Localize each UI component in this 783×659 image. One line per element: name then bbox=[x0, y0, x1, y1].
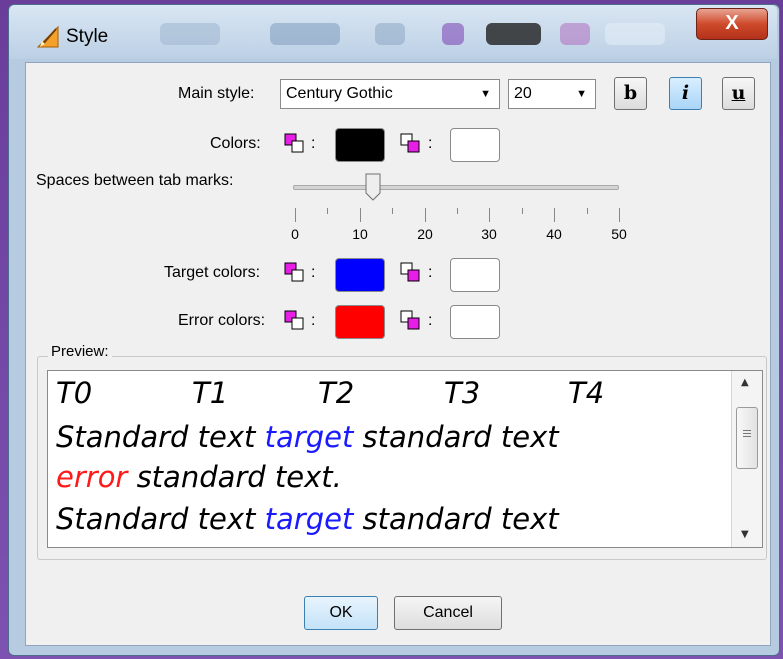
preview-line: Standard text target standard text bbox=[56, 499, 559, 539]
window-title: Style bbox=[66, 26, 109, 47]
slider-tick bbox=[554, 208, 555, 222]
target-text: target bbox=[264, 420, 354, 454]
tab-mark-label: T4 bbox=[568, 376, 605, 410]
titlebar-blur bbox=[486, 23, 541, 45]
slider-tick bbox=[425, 208, 426, 222]
preview-text-area[interactable]: T0 T1 T2 T3 T4 Standard text target stan… bbox=[47, 370, 763, 548]
font-size-value: 20 bbox=[514, 85, 532, 102]
bold-button[interactable]: b bbox=[614, 77, 647, 110]
background-color-icon bbox=[400, 262, 420, 282]
target-color-swatch-foreground[interactable] bbox=[335, 258, 385, 292]
preview-scrollbar[interactable]: ▲ ▼ bbox=[731, 371, 762, 547]
target-text: target bbox=[264, 502, 354, 536]
titlebar-blur bbox=[375, 23, 405, 45]
font-family-value: Century Gothic bbox=[286, 85, 393, 102]
colon-separator: : bbox=[311, 264, 316, 281]
error-color-swatch-foreground[interactable] bbox=[335, 305, 385, 339]
foreground-color-icon bbox=[284, 133, 304, 153]
colon-separator: : bbox=[311, 135, 316, 152]
color-swatch-foreground[interactable] bbox=[335, 128, 385, 162]
error-colors-label: Error colors: bbox=[178, 312, 266, 329]
tab-mark-label: T2 bbox=[318, 376, 355, 410]
titlebar-blur bbox=[160, 23, 220, 45]
preview-line: Standard text target standard text bbox=[56, 417, 559, 457]
background-color-icon bbox=[400, 310, 420, 330]
colors-label: Colors: bbox=[210, 135, 261, 152]
cancel-button[interactable]: Cancel bbox=[394, 596, 502, 630]
close-button[interactable]: X bbox=[696, 8, 768, 40]
scroll-down-icon[interactable]: ▼ bbox=[741, 529, 749, 541]
slider-tick bbox=[489, 208, 490, 222]
slider-track[interactable] bbox=[293, 185, 619, 190]
underline-button[interactable]: u bbox=[722, 77, 755, 110]
slider-tick-label: 30 bbox=[481, 226, 497, 242]
slider-tick-label: 20 bbox=[417, 226, 433, 242]
colon-separator: : bbox=[311, 312, 316, 329]
tab-mark-label: T3 bbox=[444, 376, 481, 410]
font-family-select[interactable]: Century Gothic ▼ bbox=[280, 79, 500, 109]
slider-tick bbox=[392, 208, 393, 214]
slider-tick-label: 10 bbox=[352, 226, 368, 242]
slider-tick-label: 50 bbox=[611, 226, 627, 242]
slider-tick bbox=[327, 208, 328, 214]
italic-button[interactable]: i bbox=[669, 77, 702, 110]
slider-tick bbox=[457, 208, 458, 214]
error-text: error bbox=[56, 460, 128, 494]
titlebar-blur bbox=[442, 23, 464, 45]
scroll-up-icon[interactable]: ▲ bbox=[741, 377, 749, 389]
preview-line: error standard text. bbox=[56, 457, 342, 497]
standard-text: standard text bbox=[353, 420, 559, 454]
slider-tick-label: 40 bbox=[546, 226, 562, 242]
color-swatch-background[interactable] bbox=[450, 128, 500, 162]
tab-mark-label: T1 bbox=[192, 376, 229, 410]
background-color-icon bbox=[400, 133, 420, 153]
foreground-color-icon bbox=[284, 310, 304, 330]
standard-text: standard text bbox=[353, 502, 559, 536]
ok-button[interactable]: OK bbox=[304, 596, 378, 630]
foreground-color-icon bbox=[284, 262, 304, 282]
titlebar-blur bbox=[270, 23, 340, 45]
standard-text: Standard text bbox=[56, 502, 265, 536]
slider-thumb[interactable] bbox=[365, 173, 381, 201]
titlebar-blur bbox=[560, 23, 590, 45]
font-size-select[interactable]: 20 ▼ bbox=[508, 79, 596, 109]
main-style-label: Main style: bbox=[178, 85, 255, 102]
chevron-down-icon: ▼ bbox=[576, 88, 587, 100]
tab-marks-label: Spaces between tab marks: bbox=[36, 172, 234, 189]
slider-tick bbox=[587, 208, 588, 214]
titlebar-blur bbox=[605, 23, 665, 45]
colon-separator: : bbox=[428, 135, 433, 152]
standard-text: Standard text bbox=[56, 420, 265, 454]
slider-tick bbox=[295, 208, 296, 222]
style-app-icon bbox=[36, 25, 59, 48]
scroll-thumb[interactable] bbox=[736, 407, 758, 469]
error-color-swatch-background[interactable] bbox=[450, 305, 500, 339]
tab-mark-label: T0 bbox=[56, 376, 93, 410]
slider-tick bbox=[619, 208, 620, 222]
target-colors-label: Target colors: bbox=[164, 264, 261, 281]
slider-tick-label: 0 bbox=[291, 226, 299, 242]
standard-text: standard text. bbox=[127, 460, 342, 494]
colon-separator: : bbox=[428, 312, 433, 329]
chevron-down-icon: ▼ bbox=[480, 88, 491, 100]
slider-tick bbox=[360, 208, 361, 222]
target-color-swatch-background[interactable] bbox=[450, 258, 500, 292]
colon-separator: : bbox=[428, 264, 433, 281]
preview-label: Preview: bbox=[48, 343, 112, 360]
slider-tick bbox=[522, 208, 523, 214]
